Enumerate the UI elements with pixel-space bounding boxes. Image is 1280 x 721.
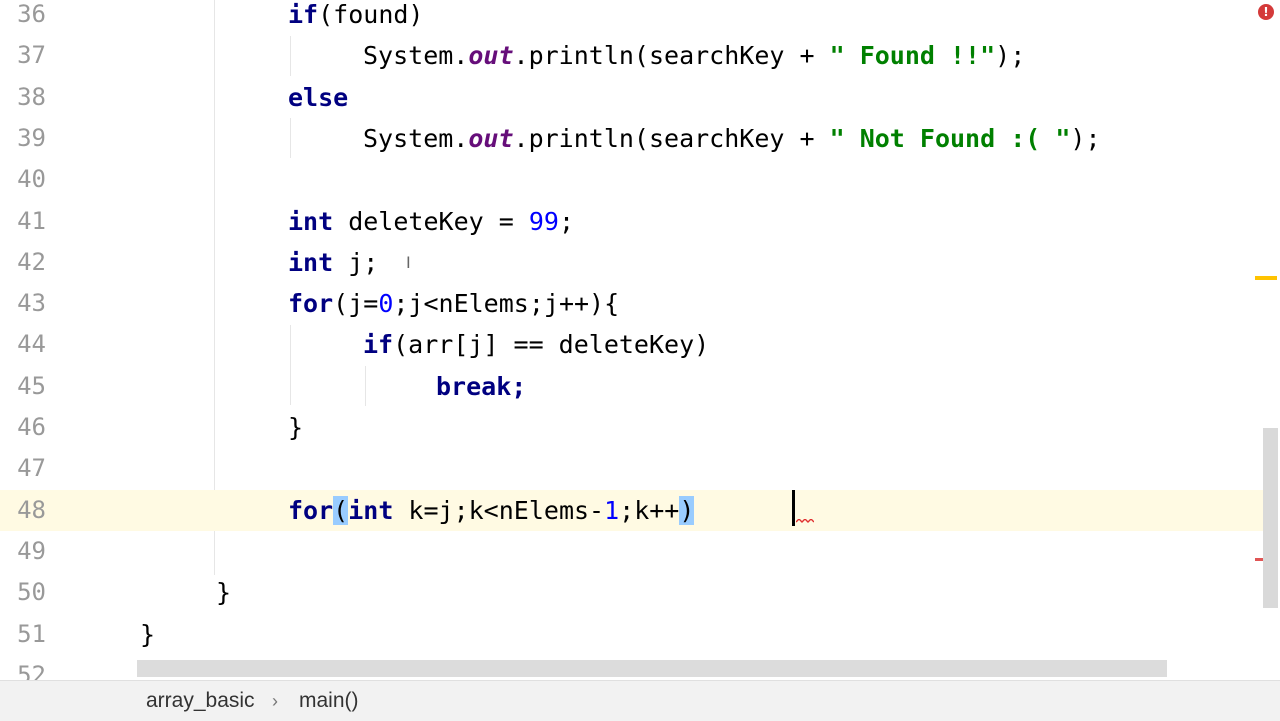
- code-line[interactable]: 44 if(arr[j] == deleteKey): [0, 324, 1264, 365]
- line-number[interactable]: 44: [0, 324, 46, 365]
- code-line[interactable]: 38 else: [0, 77, 1264, 118]
- code-token: );: [995, 41, 1026, 71]
- brace-match-token: ): [679, 495, 695, 525]
- line-number[interactable]: 39: [0, 118, 46, 159]
- code-editor[interactable]: 36 if(found) 37 System.out.println(searchKe…: [0, 0, 1280, 680]
- line-number[interactable]: 51: [0, 614, 46, 655]
- string-token: " Not Found :( ": [829, 123, 1071, 153]
- code-token: System.: [363, 41, 469, 71]
- code-line[interactable]: 36 if(found): [0, 0, 1264, 35]
- code-token: .println(searchKey +: [513, 123, 830, 153]
- code-token: );: [1070, 123, 1101, 153]
- chevron-right-icon: ›: [272, 691, 278, 711]
- code-token: System.: [363, 123, 469, 153]
- keyword-token: for: [288, 289, 334, 319]
- text-caret: [792, 490, 795, 526]
- code-text: break;: [436, 366, 526, 407]
- line-number[interactable]: 48: [0, 490, 46, 531]
- code-text: }: [140, 614, 155, 655]
- keyword-token: for: [288, 495, 334, 525]
- breadcrumb-item-method[interactable]: main(): [299, 681, 359, 721]
- code-text: if(arr[j] == deleteKey): [363, 324, 709, 365]
- code-line[interactable]: 51}: [0, 614, 1264, 655]
- keyword-token: int: [288, 247, 334, 277]
- code-token: k=j;k<nElems-: [393, 495, 605, 525]
- number-token: 0: [378, 289, 394, 319]
- line-number[interactable]: 38: [0, 77, 46, 118]
- code-token: deleteKey =: [333, 206, 529, 236]
- field-token: out: [468, 123, 514, 153]
- code-text: int deleteKey = 99;: [288, 201, 574, 242]
- code-token: }: [216, 578, 232, 608]
- ibeam-cursor-icon: I: [406, 253, 411, 272]
- code-token: ;j<nElems;j++){: [393, 289, 620, 319]
- keyword-token: int: [288, 206, 334, 236]
- warning-stripe-marker[interactable]: [1255, 276, 1277, 280]
- code-line[interactable]: 41 int deleteKey = 99;: [0, 201, 1264, 242]
- code-text: System.out.println(searchKey + " Not Fou…: [363, 118, 1101, 159]
- code-line[interactable]: 50}: [0, 572, 1264, 613]
- code-text: for(j=0;j<nElems;j++){: [288, 283, 619, 324]
- field-token: out: [468, 41, 514, 71]
- breadcrumb-item-file[interactable]: array_basic: [146, 681, 255, 721]
- line-number[interactable]: 49: [0, 531, 46, 572]
- code-line[interactable]: 37 System.out.println(searchKey + " Found…: [0, 35, 1264, 76]
- code-token: ;k++: [619, 495, 680, 525]
- code-line[interactable]: 40: [0, 159, 1264, 200]
- code-token: j;: [333, 247, 379, 277]
- code-line[interactable]: 43 for(j=0;j<nElems;j++){: [0, 283, 1264, 324]
- line-number[interactable]: 52: [0, 655, 46, 680]
- error-indicator-icon[interactable]: !: [1258, 4, 1274, 20]
- line-number[interactable]: 40: [0, 159, 46, 200]
- code-text: if(found): [288, 0, 423, 35]
- code-text: int j;: [288, 242, 378, 283]
- code-token: (j=: [333, 289, 379, 319]
- keyword-token: if: [363, 330, 394, 360]
- code-line[interactable]: 48 for(int k=j;k<nElems-1;k++): [0, 489, 1264, 531]
- code-line[interactable]: 47: [0, 448, 1264, 489]
- line-number[interactable]: 36: [0, 0, 46, 35]
- horizontal-scrollbar-thumb[interactable]: [137, 660, 1167, 677]
- code-text: }: [216, 572, 231, 613]
- line-number[interactable]: 41: [0, 201, 46, 242]
- breadcrumb: array_basic › main(): [0, 680, 1280, 721]
- line-number[interactable]: 45: [0, 366, 46, 407]
- code-text: }: [288, 407, 303, 448]
- brace-match-token: (: [333, 495, 349, 525]
- code-token: }: [288, 413, 304, 442]
- code-token: ;: [558, 206, 574, 236]
- keyword-token: if: [288, 0, 319, 29]
- code-line[interactable]: 45 break;: [0, 366, 1264, 407]
- code-token: (arr[j] == deleteKey): [393, 330, 710, 360]
- line-number[interactable]: 43: [0, 283, 46, 324]
- line-number[interactable]: 37: [0, 35, 46, 76]
- code-token: }: [140, 619, 156, 649]
- keyword-token: break;: [436, 371, 527, 401]
- code-line[interactable]: 46}: [0, 407, 1264, 448]
- code-line[interactable]: 39 System.out.println(searchKey + " Not F…: [0, 118, 1264, 159]
- code-token: .println(searchKey +: [513, 41, 830, 71]
- code-line[interactable]: 49: [0, 531, 1264, 572]
- error-squiggle: [796, 519, 814, 523]
- keyword-token: else: [288, 82, 349, 112]
- line-number[interactable]: 46: [0, 407, 46, 448]
- code-text: else: [288, 77, 348, 118]
- number-token: 1: [604, 495, 620, 525]
- code-text: System.out.println(searchKey + " Found !…: [363, 35, 1025, 76]
- code-token: (found): [318, 0, 424, 29]
- line-number[interactable]: 47: [0, 448, 46, 489]
- keyword-token: int: [348, 495, 394, 525]
- vertical-scrollbar-thumb[interactable]: [1263, 428, 1278, 608]
- number-token: 99: [528, 206, 559, 236]
- string-token: " Found !!": [829, 41, 996, 71]
- code-line[interactable]: 42 int j;: [0, 242, 1264, 283]
- line-number[interactable]: 50: [0, 572, 46, 613]
- line-number[interactable]: 42: [0, 242, 46, 283]
- code-text: for(int k=j;k<nElems-1;k++): [288, 490, 695, 531]
